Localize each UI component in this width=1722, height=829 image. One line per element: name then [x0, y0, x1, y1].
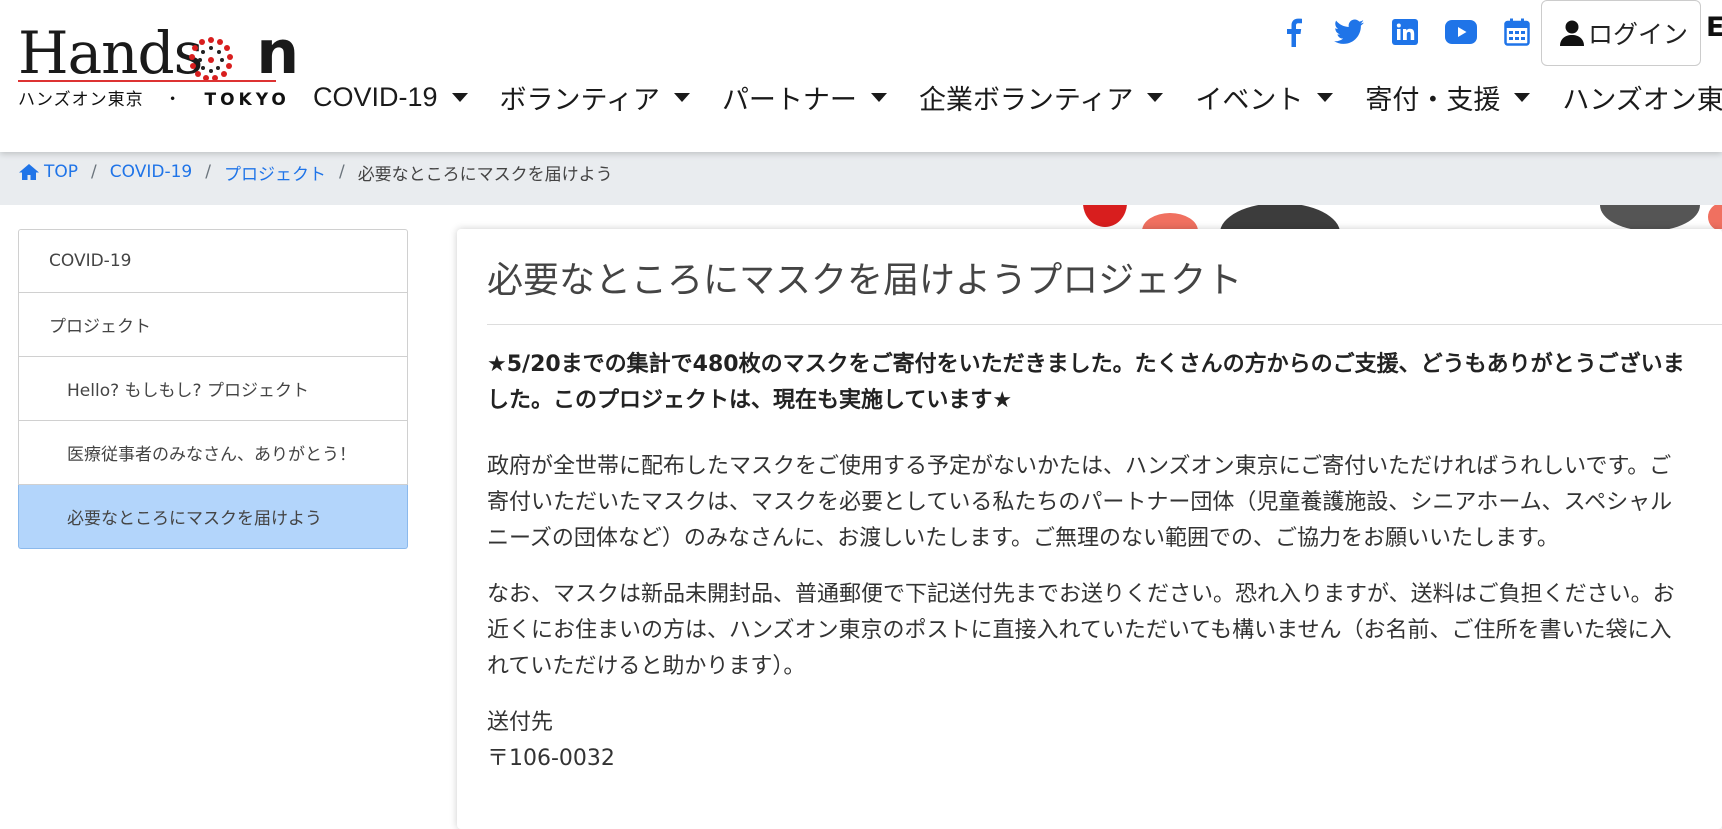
nav-label: 寄付・支援 [1365, 85, 1501, 116]
caret-down-icon [870, 93, 887, 102]
breadcrumb-home[interactable]: TOP [18, 162, 78, 182]
breadcrumb-separator: / [205, 162, 211, 182]
sidebar-item-hello-project[interactable]: Hello? もしもし? プロジェクト [18, 357, 408, 421]
breadcrumb-current: 必要なところにマスクを届けよう [357, 164, 613, 185]
breadcrumb: TOP / COVID-19 / プロジェクト / 必要なところにマスクを届けよ… [18, 152, 613, 192]
logo-underline [18, 80, 276, 82]
nav-label: ボランティア [499, 85, 660, 116]
decorative-header-image [1083, 205, 1722, 229]
site-header: Hands n ハンズオン東京 ・ TOKYO ログイン E COVID-19 … [0, 0, 1722, 152]
nav-item-corporate-volunteer[interactable]: 企業ボランティア [918, 78, 1164, 117]
address-postal-code: 〒106-0032 [487, 746, 615, 771]
article-body: ★5/20までの集計で480枚のマスクをご寄付をいただきました。たくさんの方から… [487, 347, 1687, 777]
logo-subtitle: ハンズオン東京 ・ TOKYO [18, 85, 290, 110]
breadcrumb-separator: / [338, 162, 345, 182]
sidebar-nav: COVID-19 プロジェクト Hello? もしもし? プロジェクト 医療従事… [18, 229, 408, 549]
caret-down-icon [673, 93, 690, 102]
nav-item-covid19[interactable]: COVID-19 [313, 82, 468, 113]
nav-item-partner[interactable]: パートナー [722, 78, 887, 117]
caret-down-icon [1147, 93, 1164, 102]
logo-text-hands: Hands [18, 19, 203, 87]
paragraph-shipping: なお、マスクは新品未開封品、普通郵便で下記送付先までお送りください。恐れ入ります… [487, 582, 1675, 679]
social-links [1265, 12, 1545, 52]
login-button[interactable]: ログイン [1541, 0, 1701, 66]
calendar-icon[interactable] [1489, 12, 1545, 52]
nav-label: COVID-19 [313, 82, 438, 112]
facebook-icon[interactable] [1265, 12, 1321, 52]
breadcrumb-separator: / [91, 162, 97, 182]
paragraph-request: 政府が全世帯に配布したマスクをご使用する予定がないかたは、ハンズオン東京にご寄付… [487, 454, 1673, 551]
breadcrumb-bar: TOP / COVID-19 / プロジェクト / 必要なところにマスクを届けよ… [0, 152, 1722, 205]
login-label: ログイン [1588, 20, 1689, 49]
site-logo[interactable]: Hands n ハンズオン東京 ・ TOKYO [18, 22, 299, 110]
nav-label: ハンズオン東京に [1562, 85, 1722, 116]
nav-label: パートナー [721, 85, 857, 116]
caret-down-icon [1317, 93, 1334, 102]
lead-announcement: ★5/20までの集計で480枚のマスクをご寄付をいただきました。たくさんの方から… [487, 352, 1685, 413]
caret-down-icon [451, 93, 468, 102]
logo-burst-icon [189, 37, 233, 81]
title-divider [487, 324, 1722, 325]
main-nav: COVID-19 ボランティア パートナー 企業ボランティア イベント 寄付・支… [313, 78, 1722, 117]
nav-item-events[interactable]: イベント [1195, 78, 1334, 117]
sidebar-item-project[interactable]: プロジェクト [18, 293, 408, 357]
page-title: 必要なところにマスクを届けようプロジェクト [487, 260, 1243, 301]
linkedin-icon[interactable] [1377, 12, 1433, 52]
logo-sub-dot: ・ [164, 90, 183, 110]
user-icon [1560, 20, 1584, 46]
twitter-icon[interactable] [1321, 12, 1377, 52]
article-card: 必要なところにマスクを届けようプロジェクト ★5/20までの集計で480枚のマス… [457, 229, 1722, 829]
sidebar-item-thanks-medical[interactable]: 医療従事者のみなさん、ありがとう！ [18, 421, 408, 485]
caret-down-icon [1514, 93, 1531, 102]
logo-wordmark: Hands n [18, 19, 299, 87]
nav-label: イベント [1195, 85, 1304, 116]
breadcrumb-item-project[interactable]: プロジェクト [224, 160, 326, 185]
nav-item-about[interactable]: ハンズオン東京に [1562, 78, 1722, 117]
youtube-icon[interactable] [1433, 12, 1489, 52]
address-label: 送付先 [487, 710, 554, 735]
breadcrumb-item-covid19[interactable]: COVID-19 [110, 162, 192, 182]
logo-sub-tokyo: TOKYO [204, 90, 290, 110]
logo-text-n: n [256, 18, 299, 88]
nav-item-donate[interactable]: 寄付・支援 [1365, 78, 1531, 117]
language-switch[interactable]: E [1706, 12, 1722, 43]
logo-sub-jp: ハンズオン東京 [18, 90, 144, 110]
nav-item-volunteer[interactable]: ボランティア [500, 78, 690, 117]
breadcrumb-home-label: TOP [44, 162, 79, 182]
home-icon [19, 164, 39, 180]
sidebar-item-covid19[interactable]: COVID-19 [18, 229, 408, 293]
nav-label: 企業ボランティア [918, 85, 1134, 116]
sidebar-item-mask-project[interactable]: 必要なところにマスクを届けよう [18, 485, 408, 549]
